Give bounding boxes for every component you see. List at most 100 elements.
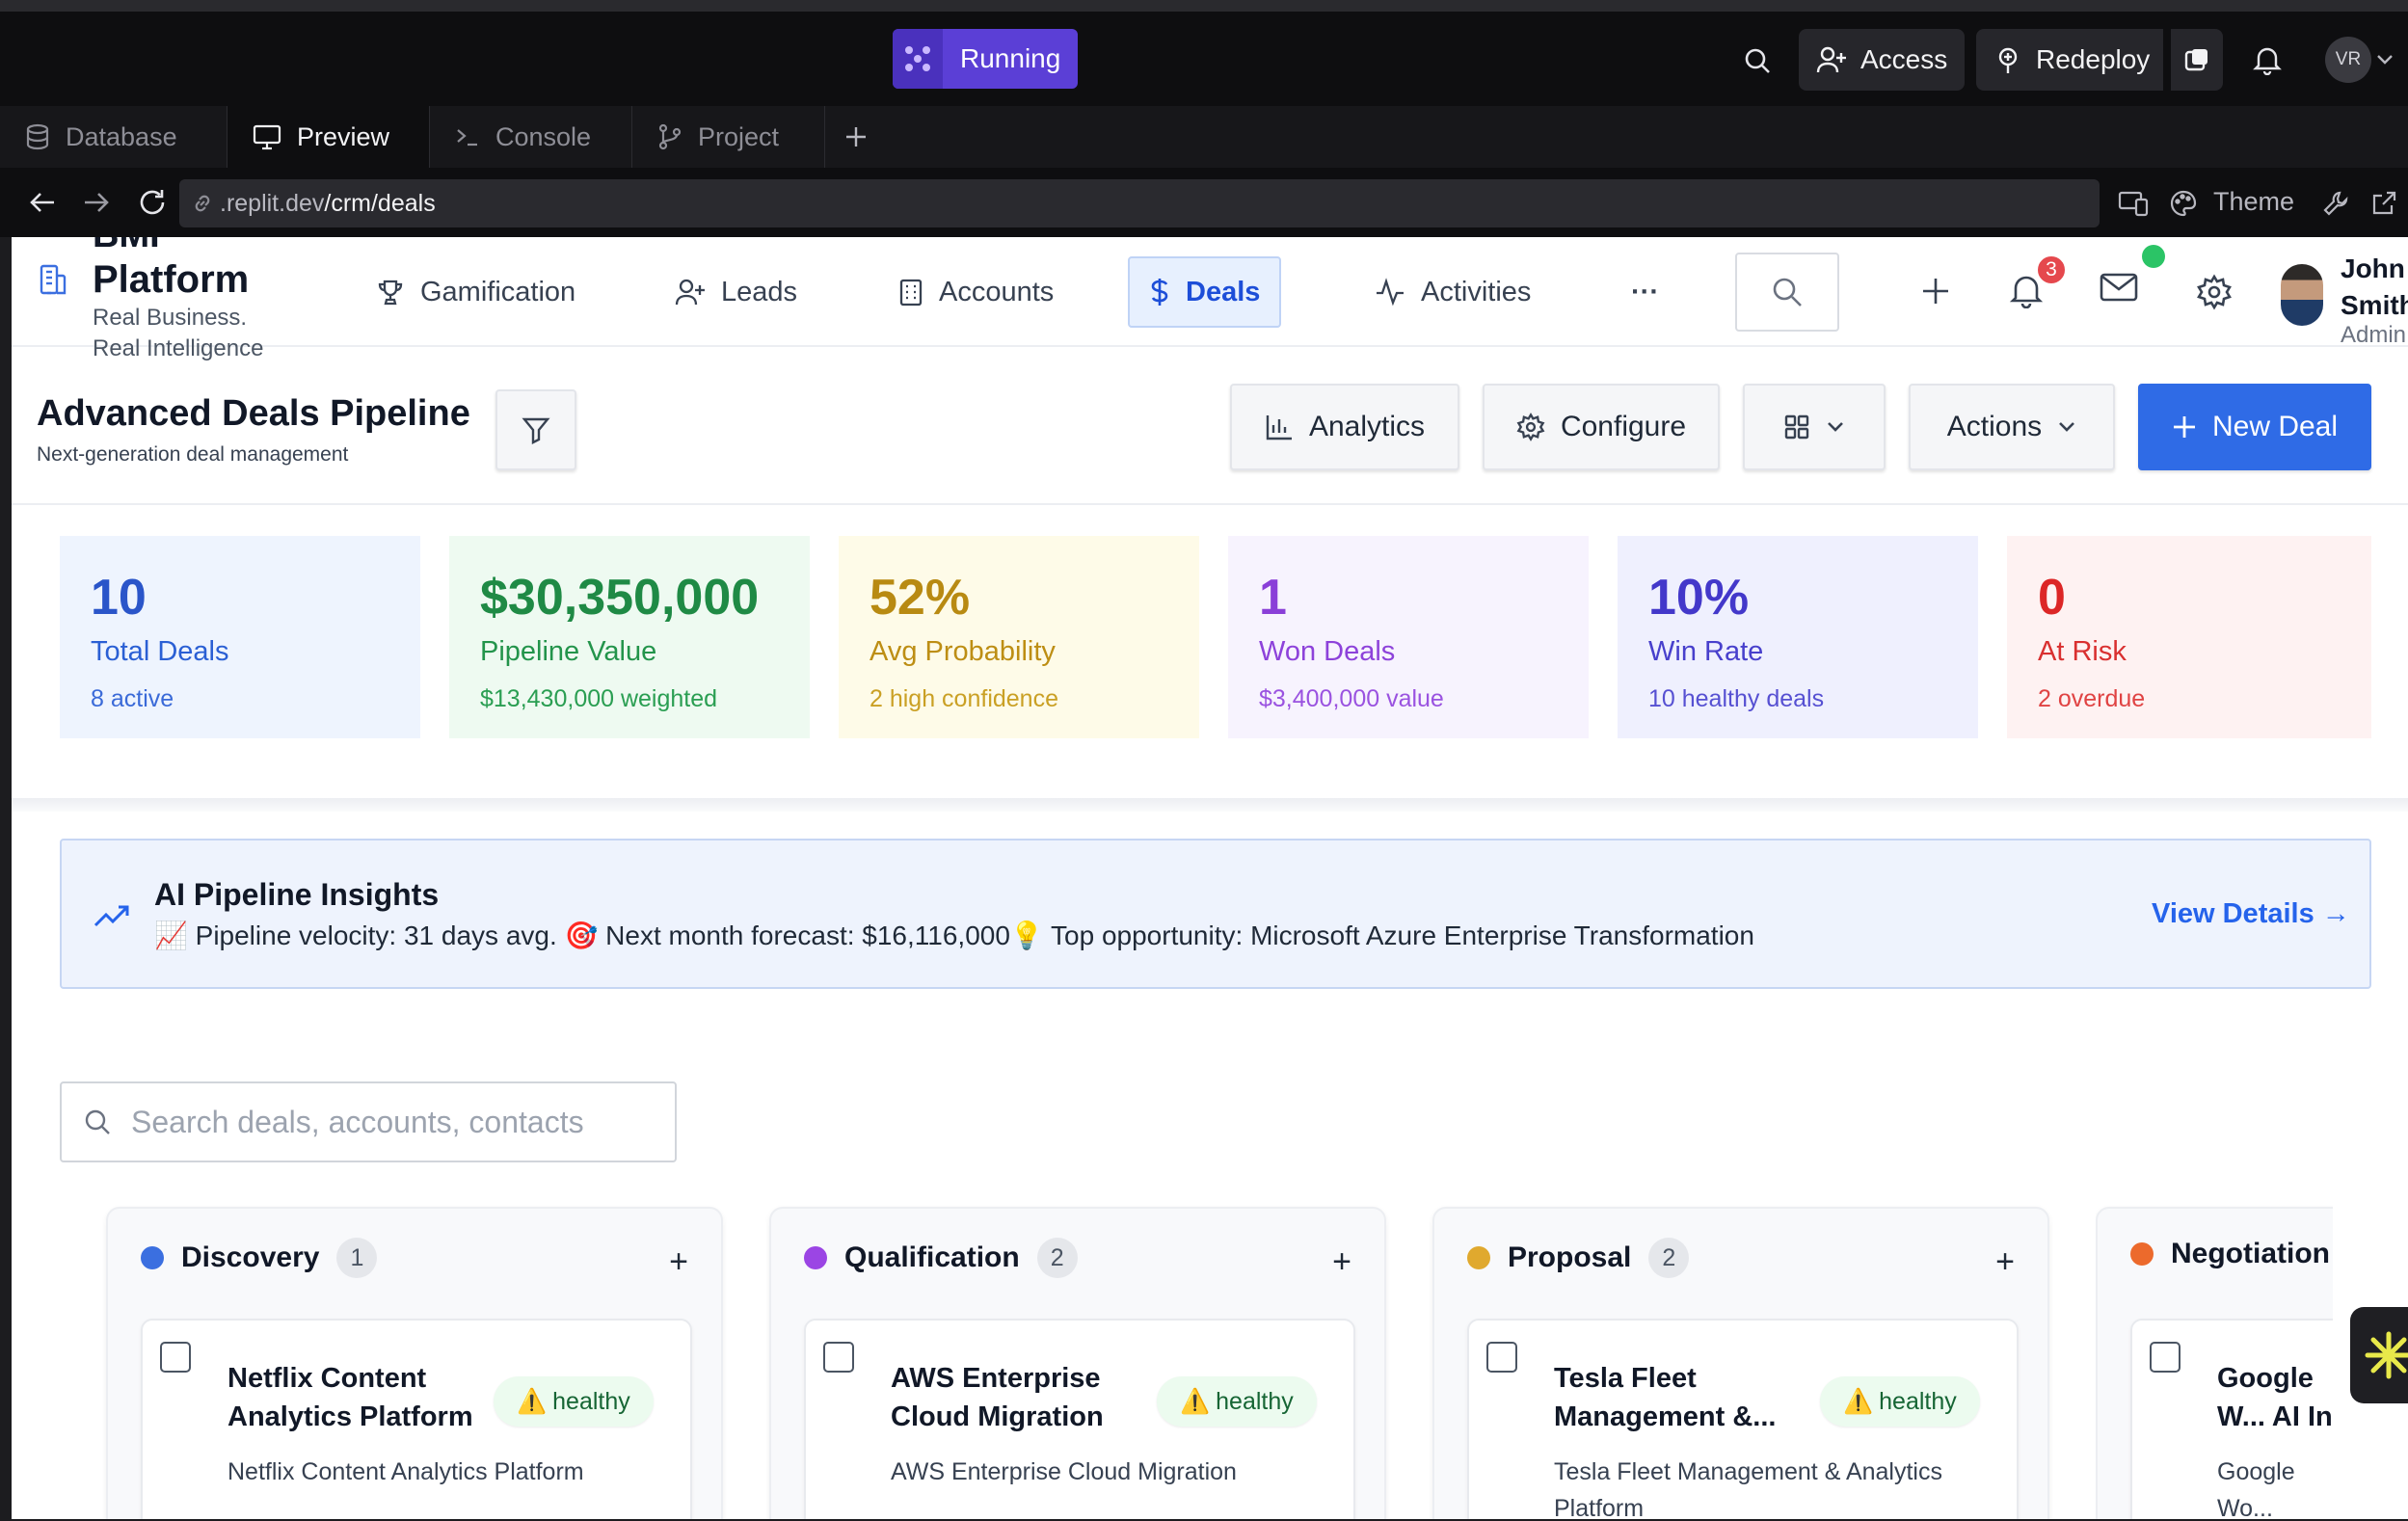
add-deal-plus-icon[interactable]: + [1995, 1243, 2015, 1281]
column-title: Qualification [844, 1241, 1020, 1273]
stat-value: $30,350,000 [480, 570, 760, 626]
add-deal-plus-icon[interactable]: + [669, 1243, 688, 1281]
deal-subtitle: AWS Enterprise Cloud Migration [891, 1458, 1237, 1485]
bell-icon[interactable] [2250, 42, 2285, 77]
deal-checkbox[interactable] [1486, 1342, 1517, 1373]
chevron-down-icon[interactable] [2375, 50, 2395, 69]
stat-label: Win Rate [1648, 636, 1764, 667]
stat-value: 52% [870, 570, 971, 626]
health-badge: ⚠️ healthy [1157, 1376, 1317, 1427]
bar-chart-icon [1265, 414, 1294, 440]
configure-button[interactable]: Configure [1483, 384, 1720, 470]
stat-label: Avg Probability [870, 636, 1056, 667]
brand[interactable]: BMI Platform Real Business. Real Intelli… [37, 237, 263, 361]
health-label: healthy [1216, 1387, 1294, 1415]
external-link-icon[interactable] [2368, 187, 2400, 220]
filter-button[interactable] [495, 389, 576, 470]
forward-arrow-icon[interactable] [81, 187, 112, 218]
git-branch-icon [657, 123, 682, 150]
nav-deals[interactable]: Deals [1128, 256, 1282, 328]
stat-label: Total Deals [91, 636, 229, 667]
deal-checkbox[interactable] [160, 1342, 191, 1373]
nav-label: Accounts [939, 276, 1055, 307]
nav-label: Deals [1186, 276, 1261, 307]
stat-label: Won Deals [1259, 636, 1396, 667]
url-field[interactable]: .replit.dev/crm/deals [179, 179, 2100, 227]
redeploy-button[interactable]: Redeploy [1976, 29, 2164, 91]
trending-up-icon [93, 898, 131, 933]
gear-icon [1516, 413, 1545, 441]
deploy-menu-button[interactable] [2171, 29, 2223, 91]
stage-dot [2130, 1242, 2154, 1266]
stat-total-deals: 10 Total Deals 8 active [60, 536, 420, 738]
nav-leads[interactable]: Leads [656, 256, 816, 328]
view-details-link[interactable]: View Details → [2152, 898, 2350, 930]
stat-at-risk: 0 At Risk 2 overdue [2007, 536, 2371, 738]
nav-more-button[interactable]: ··· [1612, 256, 1678, 328]
header-divider [12, 503, 2408, 505]
tab-database[interactable]: Database [0, 106, 227, 168]
column-discovery: Discovery 1 + Netflix Content Analytics … [106, 1207, 723, 1519]
warning-icon: ⚠️ [1843, 1387, 1874, 1415]
health-badge: ⚠️ healthy [494, 1376, 654, 1427]
health-label: healthy [552, 1387, 630, 1415]
search-icon[interactable] [1741, 44, 1774, 77]
nav-activities[interactable]: Activities [1355, 256, 1550, 328]
run-status-button[interactable]: Running [893, 29, 1079, 89]
search-icon [83, 1107, 112, 1136]
deal-card[interactable]: Netflix Content Analytics Platform ⚠️ hea… [141, 1319, 692, 1519]
insights-text: 📈 Pipeline velocity: 31 days avg. 🎯 Next… [154, 921, 1754, 950]
deal-card[interactable]: Tesla Fleet Management &... ⚠️ healthy Te… [1467, 1319, 2019, 1519]
add-deal-plus-icon[interactable]: + [1332, 1243, 1351, 1281]
devices-icon[interactable] [2117, 187, 2150, 220]
deal-checkbox[interactable] [823, 1342, 854, 1373]
deal-card[interactable]: Google W... AI Integr... Google Wo... Pl… [2130, 1319, 2333, 1519]
stat-sub: 2 overdue [2038, 685, 2146, 712]
deals-search-input[interactable]: Search deals, accounts, contacts [60, 1081, 677, 1162]
chevron-down-icon [1826, 420, 1845, 434]
stat-win-rate: 10% Win Rate 10 healthy deals [1618, 536, 1978, 738]
tab-project[interactable]: Project [632, 106, 825, 168]
tab-label: Preview [297, 121, 390, 151]
analytics-button[interactable]: Analytics [1230, 384, 1459, 470]
nav-gamification[interactable]: Gamification [357, 256, 595, 328]
tab-preview[interactable]: Preview [227, 106, 430, 168]
theme-label[interactable]: Theme [2213, 187, 2294, 217]
new-deal-button[interactable]: New Deal [2138, 384, 2371, 470]
deal-subtitle: Netflix Content Analytics Platform [227, 1458, 584, 1485]
column-header: Proposal 2 [1467, 1238, 1690, 1278]
settings-gear-icon[interactable] [2194, 272, 2234, 312]
view-mode-dropdown[interactable] [1743, 384, 1886, 470]
user-avatar[interactable]: VR [2325, 37, 2371, 83]
add-plus-icon[interactable] [1918, 274, 1953, 308]
stage-dot [804, 1246, 827, 1269]
wrench-icon[interactable] [2319, 187, 2352, 220]
deal-checkbox[interactable] [2150, 1342, 2181, 1373]
column-count: 2 [1648, 1238, 1690, 1278]
insights-title: AI Pipeline Insights [154, 877, 440, 912]
user-profile[interactable]: John Smith Admin [2281, 245, 2408, 348]
user-plus-icon [675, 278, 706, 307]
palette-icon[interactable] [2167, 187, 2200, 220]
user-avatar [2281, 264, 2323, 326]
redeploy-label: Redeploy [2036, 44, 2151, 74]
stat-label: Pipeline Value [480, 636, 657, 667]
stage-dot [141, 1246, 164, 1269]
deal-card[interactable]: AWS Enterprise Cloud Migration ⚠️ healthy… [804, 1319, 1355, 1519]
back-arrow-icon[interactable] [27, 187, 58, 218]
assistant-launcher-button[interactable] [2350, 1307, 2408, 1403]
notifications-button[interactable]: 3 [2007, 254, 2067, 316]
reload-icon[interactable] [135, 185, 170, 220]
actions-dropdown[interactable]: Actions [1909, 384, 2115, 470]
search-placeholder: Search deals, accounts, contacts [131, 1104, 584, 1139]
tab-console[interactable]: Console [430, 106, 632, 168]
monitor-icon [253, 123, 281, 150]
messages-button[interactable] [2100, 245, 2165, 314]
brand-name-line1: BMI [93, 237, 160, 254]
search-button[interactable] [1735, 253, 1839, 332]
stat-value: 0 [2038, 570, 2066, 626]
nav-accounts[interactable]: Accounts [879, 256, 1073, 328]
new-tab-plus-icon[interactable] [841, 121, 871, 152]
access-button[interactable]: Access [1799, 29, 1966, 91]
brand-tagline-2: Real Intelligence [93, 335, 264, 361]
